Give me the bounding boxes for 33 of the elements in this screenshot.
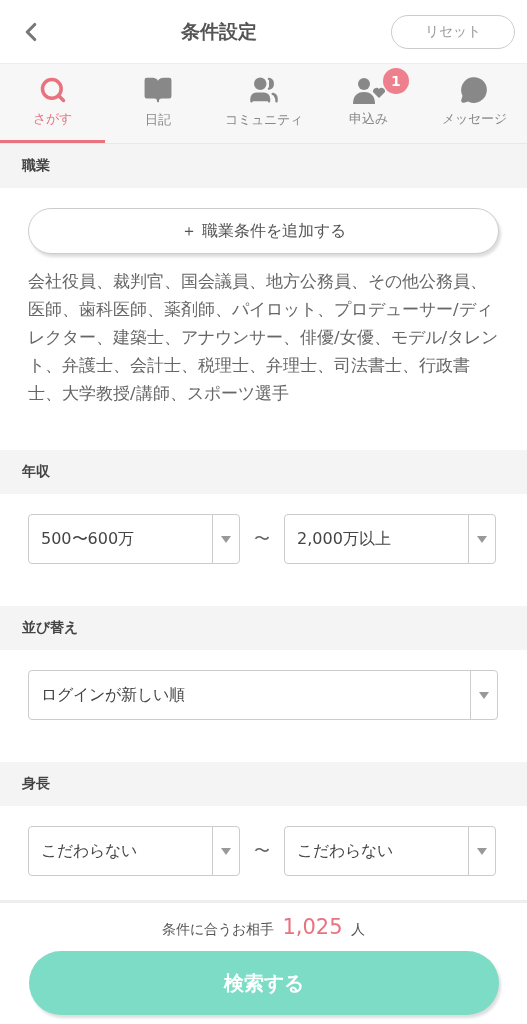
- nav-tab[interactable]: 1 申込み: [316, 64, 422, 143]
- section-header: 並び替え: [0, 606, 527, 650]
- range-separator: 〜: [254, 840, 270, 862]
- dropdown[interactable]: こだわらない: [284, 826, 496, 876]
- reset-button[interactable]: リセット: [391, 14, 515, 49]
- dropdown[interactable]: こだわらない: [28, 826, 240, 876]
- section-header: 身長: [0, 762, 527, 806]
- section-header: 職業: [0, 144, 527, 188]
- dropdown[interactable]: 500〜600万: [28, 514, 240, 564]
- caret-icon: [479, 691, 489, 699]
- chat-icon: [460, 76, 489, 104]
- search-icon: [38, 76, 67, 104]
- range-separator: 〜: [254, 528, 270, 550]
- section-header: 年収: [0, 450, 527, 494]
- nav-tab[interactable]: メッセージ: [421, 64, 527, 143]
- job-list: 会社役員、裁判官、国会議員、地方公務員、その他公務員、医師、歯科医師、薬剤師、パイロット、プロデューサー/ディレクター、建築士、アナウンサー、俳優/女優、モデル/タレント、弁護士、会計士、税理士、弁理士、司法書士、行政書士、大学教授/講師、スポーツ選手: [28, 268, 499, 408]
- book-icon: [143, 75, 174, 105]
- page-title: 条件設定: [180, 18, 257, 44]
- match-count: 1,025: [282, 915, 343, 939]
- add-job-button[interactable]: ＋ 職業条件を追加する: [28, 208, 499, 254]
- match-label: 条件に合うお相手: [162, 921, 275, 939]
- caret-icon: [221, 535, 231, 543]
- caret-icon: [477, 535, 487, 543]
- caret-icon: [221, 847, 231, 855]
- person-heart-icon: [352, 76, 385, 104]
- people-icon: [248, 75, 279, 105]
- nav-tab[interactable]: コミュニティ: [210, 64, 317, 143]
- dropdown[interactable]: ログインが新しい順: [28, 670, 498, 720]
- dropdown[interactable]: 2,000万以上: [284, 514, 496, 564]
- count-unit: 人: [350, 921, 365, 939]
- nav-tab[interactable]: 日記: [105, 64, 211, 143]
- notification-badge: 1: [382, 68, 409, 94]
- caret-icon: [477, 847, 487, 855]
